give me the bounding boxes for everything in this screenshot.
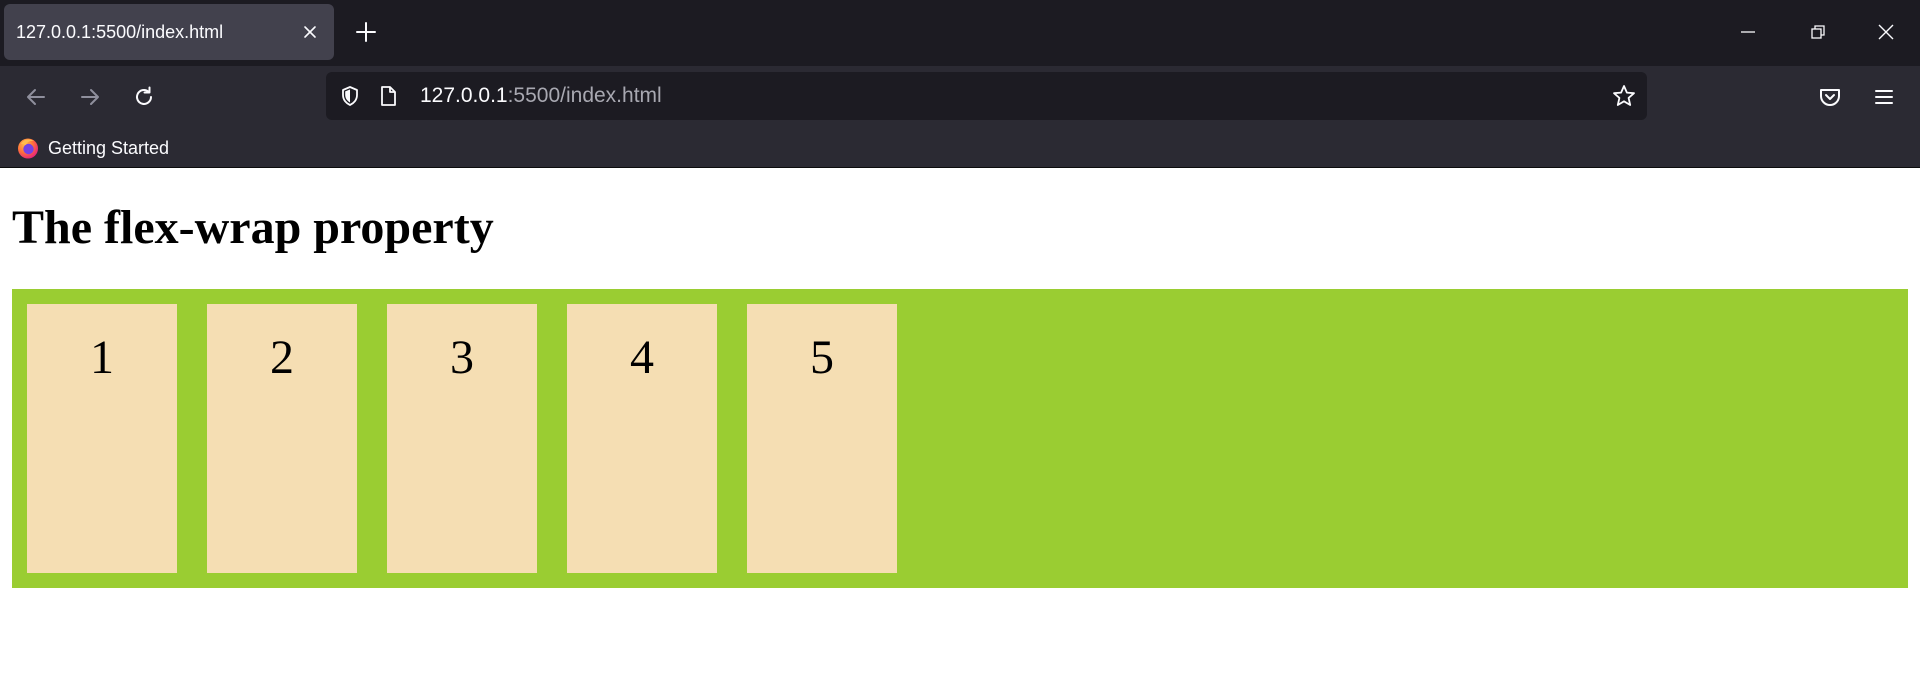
tab-title: 127.0.0.1:5500/index.html [16, 22, 224, 42]
bookmark-getting-started[interactable]: Getting Started [16, 134, 169, 162]
page-title: The flex-wrap property [12, 201, 494, 254]
close-icon[interactable] [1874, 20, 1898, 44]
flex-item-4: 4 [567, 304, 717, 573]
tab-strip: 127.0.0.1:5500/index.html [0, 0, 1920, 66]
page-icon[interactable] [376, 84, 400, 108]
flex-container: 1 2 3 4 5 [12, 289, 1908, 588]
url-text[interactable]: 127.0.0.1:5500/index.html [420, 84, 662, 108]
firefox-icon [18, 138, 38, 159]
hamburger-icon[interactable] [1870, 83, 1898, 111]
plus-icon[interactable] [352, 18, 380, 46]
flex-item-3: 3 [387, 304, 537, 573]
arrow-left-icon[interactable] [22, 83, 50, 111]
bookmark-label: Getting Started [48, 137, 170, 158]
flex-item-5: 5 [747, 304, 897, 573]
page-content: The flex-wrap property 1 2 3 4 5 [0, 168, 1920, 699]
url-path: :5500/index.html [507, 84, 662, 107]
reload-icon[interactable] [130, 83, 158, 111]
active-tab[interactable]: 127.0.0.1:5500/index.html [4, 4, 334, 60]
restore-icon[interactable] [1806, 20, 1830, 44]
close-icon[interactable] [300, 22, 320, 42]
url-host: 127.0.0.1 [420, 84, 508, 107]
url-bar[interactable]: 127.0.0.1:5500/index.html [326, 72, 1647, 120]
bookmarks-toolbar: Getting Started [0, 128, 1920, 168]
pocket-icon[interactable] [1816, 83, 1844, 111]
shield-icon[interactable] [338, 84, 362, 108]
flex-item-1: 1 [27, 304, 177, 573]
flex-item-2: 2 [207, 304, 357, 573]
arrow-right-icon[interactable] [76, 83, 104, 111]
star-icon[interactable] [1611, 83, 1637, 109]
navigation-toolbar: 127.0.0.1:5500/index.html [0, 66, 1920, 128]
minimize-icon[interactable] [1736, 20, 1760, 44]
